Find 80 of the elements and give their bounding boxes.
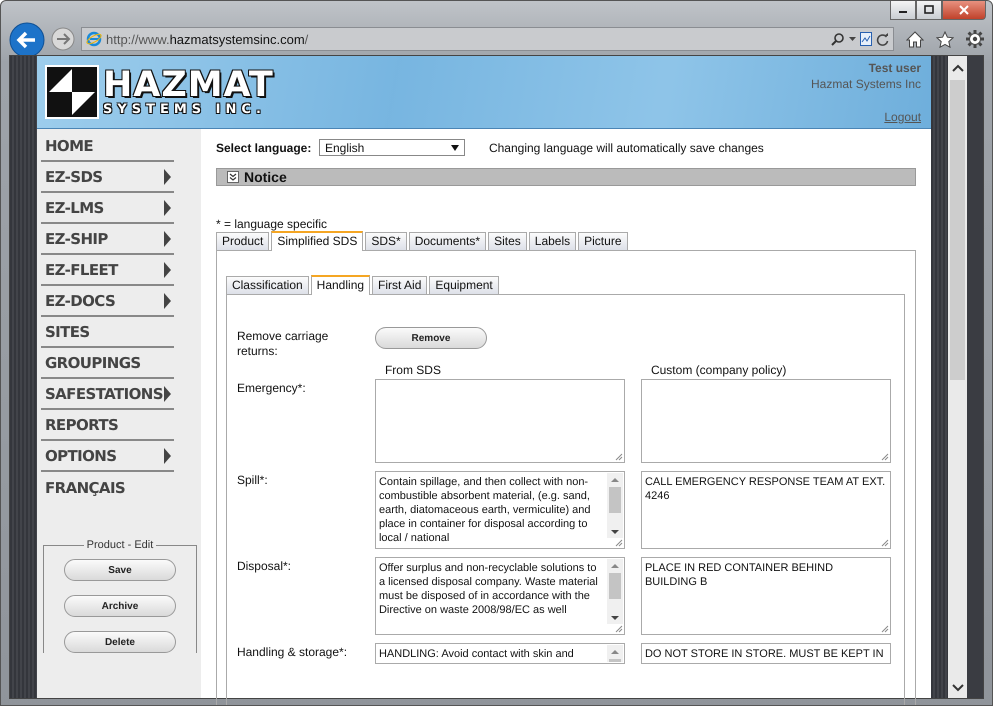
logo-title: HAZMAT: [102, 68, 274, 102]
action-button[interactable]: Delete: [64, 631, 176, 653]
notice-bar[interactable]: Notice: [216, 168, 916, 186]
search-icon[interactable]: [831, 32, 845, 46]
page-icon[interactable]: [860, 32, 872, 46]
text-area[interactable]: DO NOT STORE IN STORE. MUST BE KEPT IN: [640, 643, 891, 664]
tab[interactable]: Sites: [488, 232, 527, 250]
resize-grip-icon[interactable]: [614, 539, 623, 547]
refresh-icon[interactable]: [876, 32, 889, 46]
settings-icon[interactable]: [966, 30, 984, 48]
star-icon[interactable]: [936, 30, 954, 48]
caret-icon[interactable]: [849, 37, 856, 41]
scrollbar[interactable]: [606, 559, 623, 624]
nav-item[interactable]: GROUPINGS: [40, 348, 174, 379]
text-area[interactable]: PLACE IN RED CONTAINER BEHIND BUILDING B: [640, 557, 891, 635]
resize-grip-icon[interactable]: [614, 453, 623, 461]
action-button[interactable]: Save: [64, 559, 176, 581]
column-header: From SDS: [384, 363, 442, 377]
field-label: Remove carriage returns:: [236, 328, 330, 359]
nav-item[interactable]: EZ-LMS: [40, 193, 174, 224]
text-area[interactable]: Contain spillage, and then collect with non-combustible absorbent material, (e.g. sand, earth, diatomaceous earth, vermiculite) and place in container for disposal according to local / national: [374, 471, 625, 549]
tab[interactable]: SDS*: [365, 232, 407, 250]
tab[interactable]: Labels: [528, 232, 576, 250]
panel-legend: Product - Edit: [84, 539, 156, 551]
scrollbar[interactable]: [606, 645, 623, 662]
field-label: Handling & storage*:: [236, 644, 348, 660]
tab[interactable]: Handling: [310, 275, 370, 295]
maximize-button[interactable]: [916, 1, 942, 20]
back-button[interactable]: [9, 22, 45, 58]
company-name: Hazmat Systems Inc: [811, 76, 922, 92]
notice-title: Notice: [244, 169, 287, 185]
tab[interactable]: Picture: [578, 232, 628, 250]
nav-item[interactable]: SITES: [40, 317, 174, 348]
action-button[interactable]: Archive: [64, 595, 176, 617]
nav-item[interactable]: REPORTS: [40, 410, 174, 441]
nav-item[interactable]: FRANÇAIS: [40, 472, 174, 503]
home-icon[interactable]: [906, 30, 924, 48]
logo-subtitle: SYSTEMS INC.: [102, 102, 267, 116]
nav-item[interactable]: SAFESTATIONS: [40, 379, 174, 410]
tab[interactable]: Documents*: [408, 232, 486, 250]
nav-item[interactable]: EZ-SHIP: [40, 224, 174, 255]
language-note: Changing language will automatically save changes: [488, 140, 764, 154]
tab[interactable]: Classification: [226, 276, 309, 294]
resize-grip-icon[interactable]: [614, 625, 623, 633]
field-label: Emergency*:: [236, 380, 307, 396]
tab[interactable]: First Aid: [372, 276, 428, 294]
language-label: Select language:: [216, 140, 312, 154]
scroll-down-icon[interactable]: [952, 684, 964, 692]
tab[interactable]: Simplified SDS: [271, 231, 364, 251]
close-icon: [959, 5, 969, 15]
maximize-icon: [924, 5, 934, 15]
field-label: Spill*:: [236, 472, 269, 488]
language-dropdown[interactable]: English: [318, 139, 465, 156]
legend-note: * = language specific: [216, 217, 328, 231]
text-area[interactable]: HANDLING: Avoid contact with skin and: [374, 643, 625, 664]
nav-item[interactable]: EZ-DOCS: [40, 286, 174, 317]
nav-item[interactable]: EZ-SDS: [40, 162, 174, 193]
tab[interactable]: Product: [216, 232, 270, 250]
column-header: Custom (company policy): [650, 363, 788, 377]
user-name: Test user: [868, 60, 922, 76]
resize-grip-icon[interactable]: [880, 625, 889, 633]
address-field[interactable]: http://www.hazmatsystemsinc.com/: [81, 27, 894, 51]
resize-grip-icon[interactable]: [880, 453, 889, 461]
scrollbar[interactable]: [606, 473, 623, 538]
browser-logo-icon: [86, 31, 102, 47]
nav-item[interactable]: HOME: [40, 131, 174, 162]
text-area[interactable]: CALL EMERGENCY RESPONSE TEAM AT EXT. 4246: [640, 471, 891, 549]
tab[interactable]: Equipment: [429, 276, 499, 294]
logo-icon: [44, 65, 99, 119]
minimize-button[interactable]: [890, 1, 916, 20]
nav-item[interactable]: EZ-FLEET: [40, 255, 174, 286]
resize-grip-icon[interactable]: [880, 539, 889, 547]
scrollbar[interactable]: [948, 56, 968, 698]
scroll-up-icon[interactable]: [952, 64, 964, 72]
text-area[interactable]: Offer surplus and non-recyclable solutions to a licensed disposal company. Waste material must be disposed of in accordance with the Directive on waste 2008/98/EC as well: [374, 557, 625, 635]
close-button[interactable]: [942, 1, 986, 20]
remove-button[interactable]: Remove: [374, 327, 487, 349]
forward-button[interactable]: [51, 27, 75, 51]
field-label: Disposal*:: [236, 558, 292, 574]
nav-item[interactable]: OPTIONS: [40, 441, 174, 472]
